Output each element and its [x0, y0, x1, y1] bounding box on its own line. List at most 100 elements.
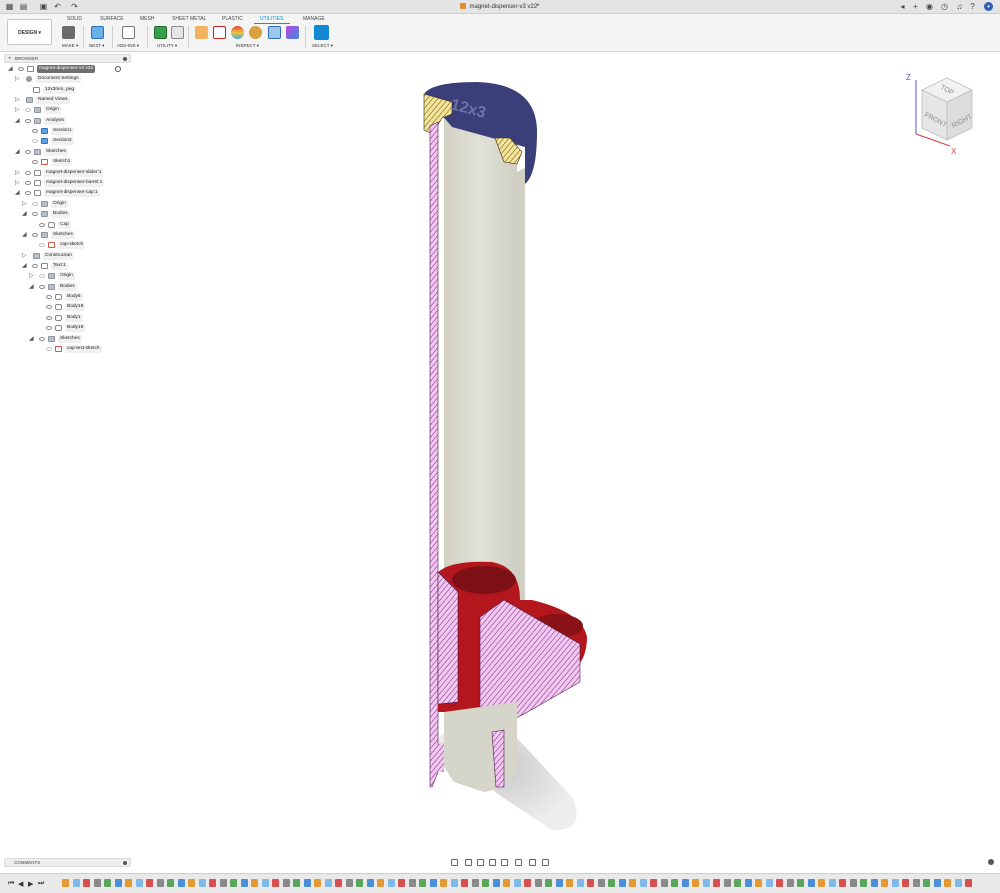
- timeline-feature-icon[interactable]: [870, 879, 878, 887]
- timeline-feature-icon[interactable]: [776, 879, 783, 887]
- timeline-feature-icon[interactable]: [282, 879, 290, 887]
- timeline-feature-icon[interactable]: [534, 879, 542, 887]
- look-at-icon[interactable]: [465, 859, 472, 866]
- close-tab-icon[interactable]: ×: [535, 3, 539, 9]
- expand-arrow-icon[interactable]: ▷: [22, 252, 27, 259]
- tree-item-body18[interactable]: Body18: [0, 303, 132, 312]
- help-icon[interactable]: ?: [968, 2, 977, 11]
- expand-arrow-icon[interactable]: ▷: [15, 179, 20, 186]
- job-status-icon[interactable]: ◷: [940, 2, 949, 11]
- tree-item-sketch1[interactable]: Sketch1: [0, 158, 132, 167]
- timeline-feature-icon[interactable]: [807, 879, 815, 887]
- timeline-feature-icon[interactable]: [398, 879, 405, 887]
- tree-item-named-unit-setting[interactable]: 12x3mm, peg: [0, 86, 132, 95]
- collapse-arrow-icon[interactable]: ◢: [15, 189, 20, 196]
- timeline-feature-icon[interactable]: [912, 879, 920, 887]
- timeline-feature-icon[interactable]: [461, 879, 468, 887]
- visibility-eye-icon[interactable]: [25, 171, 31, 175]
- pan-icon[interactable]: [477, 859, 484, 866]
- notifications-icon[interactable]: ♫: [955, 2, 964, 11]
- expand-arrow-icon[interactable]: ▷: [15, 169, 20, 176]
- timeline-feature-icon[interactable]: [324, 879, 332, 887]
- timeline-feature-icon[interactable]: [219, 879, 227, 887]
- visibility-eye-icon[interactable]: [46, 316, 52, 320]
- timeline-feature-icon[interactable]: [555, 879, 563, 887]
- timeline-feature-icon[interactable]: [272, 879, 279, 887]
- tree-item-text-origin[interactable]: ▷ Origin: [0, 272, 132, 281]
- timeline-feature-icon[interactable]: [146, 879, 153, 887]
- section-analysis-icon[interactable]: [268, 26, 281, 39]
- measure-icon[interactable]: [195, 26, 208, 39]
- visibility-eye-icon[interactable]: [39, 274, 45, 278]
- tree-item-section1[interactable]: Section1: [0, 127, 132, 136]
- timeline-feature-icon[interactable]: [377, 879, 384, 887]
- center-of-mass-icon[interactable]: [286, 26, 299, 39]
- tree-item-barrel-component[interactable]: ▷ magnet-dispenser-barrel:1: [0, 179, 132, 188]
- 3d-viewport[interactable]: 12x3 TOP FRONT RIGHT Z X: [132, 52, 1000, 854]
- timeline-feature-icon[interactable]: [450, 879, 458, 887]
- tab-utilities[interactable]: UTILITIES: [260, 16, 283, 22]
- collapse-arrow-icon[interactable]: ◢: [22, 231, 27, 238]
- timeline-feature-icon[interactable]: [797, 879, 804, 887]
- scripts-addins-icon[interactable]: [122, 26, 135, 39]
- viewports-icon[interactable]: [542, 859, 549, 866]
- tab-surface[interactable]: SURFACE: [100, 16, 124, 22]
- tree-item-origin[interactable]: ▷ Origin: [0, 106, 132, 115]
- timeline-feature-icon[interactable]: [177, 879, 185, 887]
- make-3d-print-icon[interactable]: [62, 26, 75, 39]
- comments-panel-header[interactable]: COMMENTS: [4, 858, 131, 867]
- curvature-comb-icon[interactable]: [231, 26, 244, 39]
- timeline-feature-icon[interactable]: [303, 879, 311, 887]
- tree-item-section2[interactable]: Section2: [0, 137, 132, 146]
- timeline-feature-icon[interactable]: [954, 879, 962, 887]
- tree-item-cap-body[interactable]: Cap: [0, 221, 132, 230]
- orbit-icon[interactable]: [451, 859, 458, 866]
- visibility-eye-icon[interactable]: [18, 67, 24, 71]
- tree-item-cap-sketches[interactable]: ◢ Sketches: [0, 231, 132, 240]
- tree-item-construction[interactable]: ▷ Construction: [0, 252, 132, 261]
- timeline-feature-icon[interactable]: [125, 879, 132, 887]
- timeline-feature-icon[interactable]: [261, 879, 269, 887]
- collapse-icon[interactable]: ◂: [8, 55, 11, 61]
- tree-item-body19[interactable]: Body19: [0, 324, 132, 333]
- timeline-feature-icon[interactable]: [786, 879, 794, 887]
- timeline-feature-icon[interactable]: [881, 879, 888, 887]
- tree-item-cap-sketch[interactable]: cap-sketch: [0, 241, 132, 250]
- tree-item-analysis[interactable]: ◢ Analysis: [0, 117, 132, 126]
- timeline-feature-icon[interactable]: [513, 879, 521, 887]
- timeline-feature-icon[interactable]: [744, 879, 752, 887]
- tree-item-text-sketches[interactable]: ◢ Sketches: [0, 335, 132, 344]
- visibility-eye-icon[interactable]: [46, 295, 52, 299]
- timeline-feature-icon[interactable]: [608, 879, 615, 887]
- timeline-feature-icon[interactable]: [713, 879, 720, 887]
- tab-sheet-metal[interactable]: SHEET METAL: [172, 16, 206, 22]
- grid-settings-icon[interactable]: [529, 859, 536, 866]
- fit-icon[interactable]: [501, 859, 508, 866]
- expand-arrow-icon[interactable]: ▷: [22, 200, 27, 207]
- timeline-feature-icon[interactable]: [702, 879, 710, 887]
- tab-overflow-icon[interactable]: ◂: [898, 2, 907, 11]
- tree-item-document-settings[interactable]: ▷ Document Settings: [0, 75, 132, 84]
- tree-item-body1[interactable]: Body1: [0, 314, 132, 323]
- timeline-feature-icon[interactable]: [587, 879, 594, 887]
- timeline-feature-icon[interactable]: [524, 879, 531, 887]
- document-tab[interactable]: magnet-dispenser-v3 v22*: [0, 3, 1000, 10]
- timeline-feature-icon[interactable]: [387, 879, 395, 887]
- tree-item-text-bodies[interactable]: ◢ Bodies: [0, 283, 132, 292]
- timeline-feature-icon[interactable]: [933, 879, 941, 887]
- timeline-play-button[interactable]: ▶: [28, 880, 33, 888]
- timeline-feature-icon[interactable]: [114, 879, 122, 887]
- tree-item-sketches[interactable]: ◢ Sketches: [0, 148, 132, 157]
- timeline-feature-icon[interactable]: [62, 879, 69, 887]
- nest-group-label[interactable]: NEST ▾: [89, 43, 104, 49]
- timeline-feature-icon[interactable]: [419, 879, 426, 887]
- timeline-feature-icon[interactable]: [104, 879, 111, 887]
- timeline-feature-icon[interactable]: [198, 879, 206, 887]
- workspace-switcher-button[interactable]: DESIGN ▾: [7, 19, 52, 45]
- timeline-feature-icon[interactable]: [230, 879, 237, 887]
- timeline-feature-icon[interactable]: [440, 879, 447, 887]
- tree-item-cap-origin[interactable]: ▷ Origin: [0, 200, 132, 209]
- timeline-feature-icon[interactable]: [240, 879, 248, 887]
- tab-plastic[interactable]: PLASTIC: [222, 16, 243, 22]
- make-group-label[interactable]: MAKE ▾: [62, 43, 78, 49]
